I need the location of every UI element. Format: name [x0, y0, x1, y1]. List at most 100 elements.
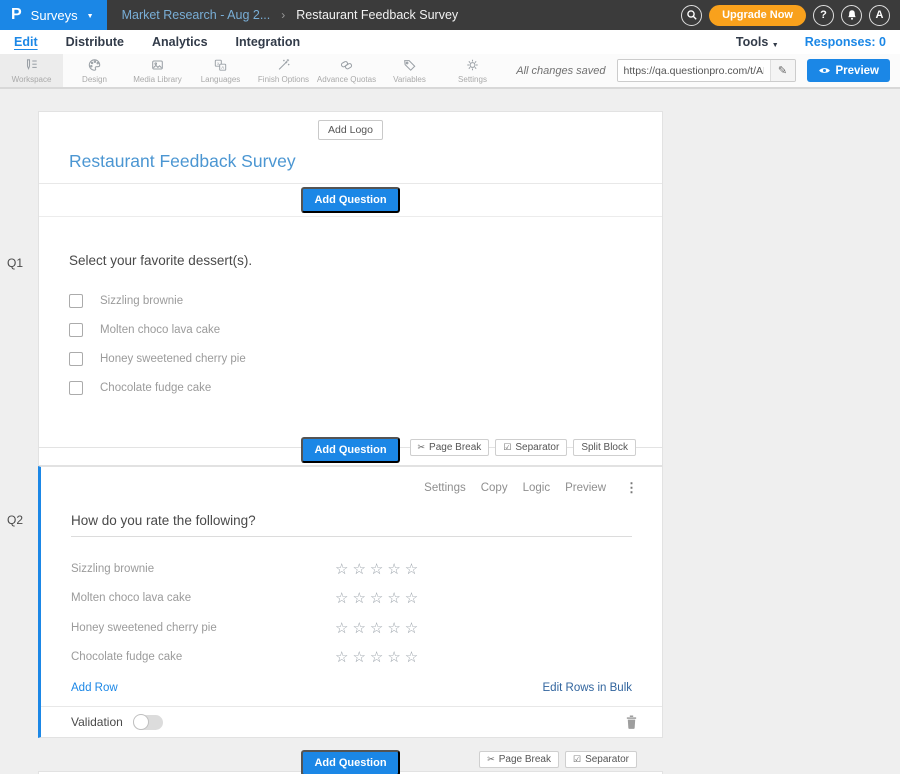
- rating-row: Molten choco lava cake ☆☆☆☆☆: [71, 584, 632, 614]
- design-icon: [86, 57, 103, 73]
- validation-toggle[interactable]: [133, 715, 163, 730]
- surveys-menu[interactable]: P Surveys ▼: [0, 0, 107, 30]
- option-label[interactable]: Sizzling brownie: [100, 295, 183, 307]
- responses-count[interactable]: Responses: 0: [805, 35, 886, 49]
- search-button[interactable]: [681, 5, 702, 26]
- option-label[interactable]: Molten choco lava cake: [100, 324, 220, 336]
- toolbar-item-workspace[interactable]: Workspace: [0, 54, 63, 87]
- checkbox[interactable]: [69, 352, 83, 366]
- rating-row: Chocolate fudge cake ☆☆☆☆☆: [71, 643, 632, 673]
- toolbar-item-label: Design: [82, 75, 107, 84]
- option-row: Sizzling brownie: [69, 286, 632, 315]
- checkbox[interactable]: [69, 294, 83, 308]
- svg-text:A: A: [221, 65, 224, 70]
- checkbox[interactable]: [69, 381, 83, 395]
- toolbar-item-label: Media Library: [133, 75, 181, 84]
- star-rating[interactable]: ☆☆☆☆☆: [335, 589, 422, 607]
- tab-edit[interactable]: Edit: [14, 35, 38, 49]
- breadcrumb-folder[interactable]: Market Research - Aug 2...: [122, 8, 271, 22]
- question-settings-link[interactable]: Settings: [424, 482, 466, 494]
- validation-label: Validation: [71, 715, 123, 729]
- survey-title-row[interactable]: Restaurant Feedback Survey: [39, 140, 662, 184]
- add-row-link[interactable]: Add Row: [71, 682, 118, 694]
- checkbox[interactable]: [69, 323, 83, 337]
- tools-menu[interactable]: Tools ▼: [736, 35, 779, 49]
- eye-icon: [818, 66, 831, 75]
- top-bar: P Surveys ▼ Market Research - Aug 2... ›…: [0, 0, 900, 30]
- page-break-button[interactable]: ✂Page Break: [410, 439, 490, 456]
- toggle-knob: [133, 714, 149, 730]
- rating-row: Honey sweetened cherry pie ☆☆☆☆☆: [71, 613, 632, 643]
- option-row: Honey sweetened cherry pie: [69, 344, 632, 373]
- rating-row-label[interactable]: Honey sweetened cherry pie: [71, 622, 335, 634]
- star-rating[interactable]: ☆☆☆☆☆: [335, 560, 422, 578]
- notifications-button[interactable]: [841, 5, 862, 26]
- upgrade-now-button[interactable]: Upgrade Now: [709, 5, 806, 26]
- bottom-strip: Add Question ✂Page Break ☑Separator: [38, 750, 663, 769]
- chevron-down-icon: ▼: [87, 13, 94, 20]
- toolbar-item-label: Advance Quotas: [317, 75, 376, 84]
- tab-integration[interactable]: Integration: [236, 35, 301, 49]
- option-label[interactable]: Honey sweetened cherry pie: [100, 353, 246, 365]
- toolbar-item-label: Settings: [458, 75, 487, 84]
- breadcrumb-separator-icon: ›: [281, 8, 285, 22]
- rating-row: Sizzling brownie ☆☆☆☆☆: [71, 554, 632, 584]
- save-status: All changes saved: [516, 65, 605, 77]
- add-question-button-bottom[interactable]: Add Question: [301, 750, 399, 774]
- settings-icon: [464, 57, 481, 73]
- survey-block-1: Add Logo Restaurant Feedback Survey Add …: [38, 111, 663, 466]
- question-logic-link[interactable]: Logic: [523, 482, 551, 494]
- rating-row-label[interactable]: Molten choco lava cake: [71, 592, 335, 604]
- scissors-icon: ✂: [487, 754, 495, 765]
- question-1[interactable]: Select your favorite dessert(s). Sizzlin…: [39, 217, 662, 402]
- question-2-block[interactable]: Settings Copy Logic Preview ⋮ How do you…: [38, 466, 663, 738]
- toolbar-item-design[interactable]: Design: [63, 54, 126, 87]
- chevron-down-icon: ▼: [772, 42, 779, 49]
- toolbar-item-label: Workspace: [12, 75, 52, 84]
- trash-icon: [625, 714, 638, 730]
- toolbar-item-label: Languages: [201, 75, 241, 84]
- toolbar-item-media-library[interactable]: Media Library: [126, 54, 189, 87]
- help-button[interactable]: ?: [813, 5, 834, 26]
- add-question-button-top[interactable]: Add Question: [301, 187, 399, 213]
- delete-question-button[interactable]: [625, 714, 638, 730]
- toolbar-item-finish-options[interactable]: Finish Options: [252, 54, 315, 87]
- add-logo-button[interactable]: Add Logo: [318, 120, 383, 140]
- toolbar-item-advance-quotas[interactable]: Advance Quotas: [315, 54, 378, 87]
- page-break-button[interactable]: ✂Page Break: [479, 751, 559, 768]
- star-rating[interactable]: ☆☆☆☆☆: [335, 648, 422, 666]
- separator-button[interactable]: ☑Separator: [495, 439, 567, 456]
- rating-row-label[interactable]: Chocolate fudge cake: [71, 651, 335, 663]
- tab-analytics[interactable]: Analytics: [152, 35, 208, 49]
- advance-quotas-icon: [338, 57, 355, 73]
- toolbar-item-settings[interactable]: Settings: [441, 54, 504, 87]
- rating-row-label[interactable]: Sizzling brownie: [71, 563, 335, 575]
- question-preview-link[interactable]: Preview: [565, 482, 606, 494]
- question-2-text-field[interactable]: How do you rate the following?: [71, 512, 632, 537]
- toolbar-item-languages[interactable]: xA Languages: [189, 54, 252, 87]
- option-label[interactable]: Chocolate fudge cake: [100, 382, 211, 394]
- star-rating[interactable]: ☆☆☆☆☆: [335, 619, 422, 637]
- survey-url-group: ✎: [617, 59, 796, 82]
- question-1-text[interactable]: Select your favorite dessert(s).: [69, 253, 632, 268]
- toolbar-item-label: Finish Options: [258, 75, 309, 84]
- tab-distribute[interactable]: Distribute: [66, 35, 124, 49]
- more-options-icon[interactable]: ⋮: [625, 480, 638, 496]
- edit-url-button[interactable]: ✎: [770, 60, 795, 81]
- question-copy-link[interactable]: Copy: [481, 482, 508, 494]
- preview-button[interactable]: Preview: [807, 59, 890, 82]
- toolbar-item-variables[interactable]: Variables: [378, 54, 441, 87]
- q2-label: Q2: [7, 513, 23, 527]
- bell-icon: [846, 9, 858, 21]
- question-1-options: Sizzling brownie Molten choco lava cake …: [69, 286, 632, 402]
- survey-title[interactable]: Restaurant Feedback Survey: [69, 151, 296, 171]
- split-block-button[interactable]: Split Block: [573, 439, 636, 456]
- add-question-button-mid[interactable]: Add Question: [301, 437, 399, 463]
- topbar-actions: Upgrade Now ? A: [681, 5, 900, 26]
- avatar[interactable]: A: [869, 5, 890, 26]
- survey-url-input[interactable]: [618, 60, 770, 81]
- breadcrumb-survey-name: Restaurant Feedback Survey: [296, 8, 458, 22]
- separator-button[interactable]: ☑Separator: [565, 751, 637, 768]
- edit-rows-in-bulk-link[interactable]: Edit Rows in Bulk: [543, 682, 632, 694]
- question-2-text[interactable]: How do you rate the following?: [71, 513, 256, 528]
